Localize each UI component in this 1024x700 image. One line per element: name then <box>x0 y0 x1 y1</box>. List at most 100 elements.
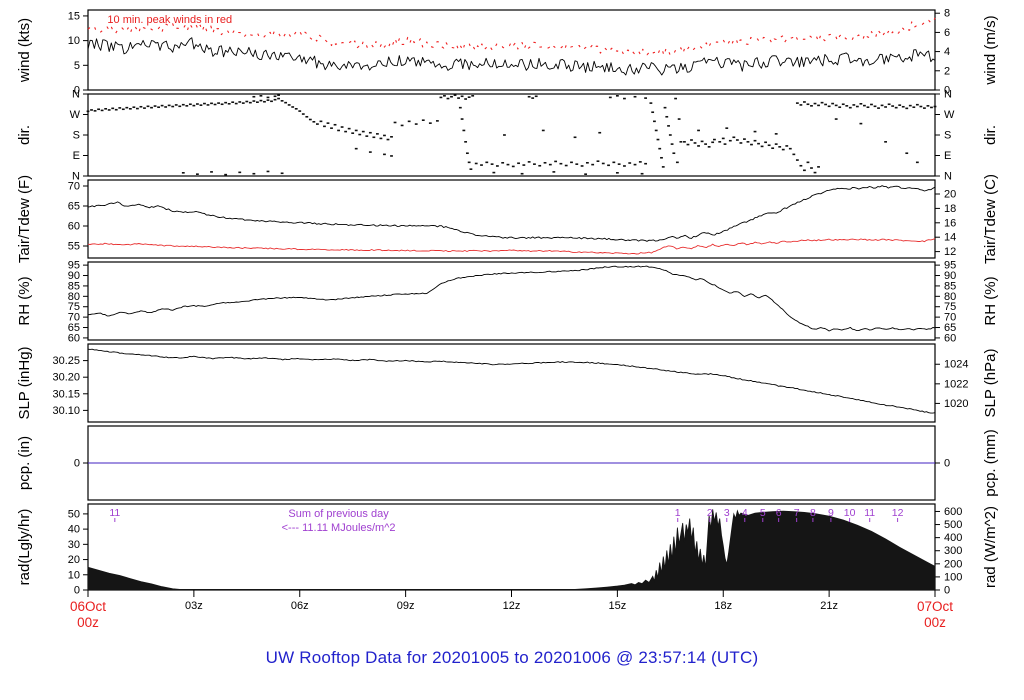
annotation: 10 min. peak winds in red <box>107 14 232 26</box>
ytick-label-left: 50 <box>68 508 80 520</box>
ytick-label-left: 80 <box>68 291 80 303</box>
marker-label: 6 <box>776 507 782 519</box>
ytick-label-left: 10 <box>68 35 80 47</box>
x-tick-label: 00z <box>77 615 99 630</box>
axis-label-left-temp: Tair/Tdew (F) <box>16 175 33 263</box>
x-tick-label: 03z <box>185 600 203 612</box>
ytick-label-right: 60 <box>944 332 956 344</box>
ytick-label-left: 0 <box>74 458 80 470</box>
x-tick-label: 15z <box>609 600 627 612</box>
ytick-label-left: 30.25 <box>52 355 80 367</box>
marker-label: 9 <box>828 507 834 519</box>
ytick-label-left: 15 <box>68 10 80 22</box>
ytick-label-left: 55 <box>68 241 80 253</box>
panel-slp: 30.1030.1530.2030.25102010221024SLP (inH… <box>16 344 999 422</box>
ytick-label-right: 14 <box>944 232 956 244</box>
ytick-label-right: S <box>944 130 951 142</box>
x-tick-label: 06z <box>291 600 309 612</box>
marker-label: 8 <box>810 507 816 519</box>
marker-label: 11 <box>109 507 120 519</box>
ytick-label-right: 100 <box>944 571 962 583</box>
axis-label-right-pcp: pcp. (mm) <box>982 429 999 497</box>
x-tick-label: 21z <box>820 600 838 612</box>
ytick-label-left: 85 <box>68 280 80 292</box>
panel-pcp: 0 0 pcp. (in) pcp. (mm) <box>16 426 999 500</box>
ytick-label-left: 5 <box>74 60 80 72</box>
axis-label-left-rad: rad(Lgly/hr) <box>16 509 33 586</box>
ytick-label-right: 18 <box>944 203 956 215</box>
marker-label: 10 <box>844 507 856 519</box>
ytick-label-right: 6 <box>944 27 950 39</box>
ytick-label-right: 85 <box>944 280 956 292</box>
ytick-label-right: 90 <box>944 270 956 282</box>
ytick-label-left: 70 <box>68 312 80 324</box>
ytick-label-left: 40 <box>68 524 80 536</box>
axis-label-right-wind: wind (m/s) <box>982 15 999 85</box>
series-wind-speed <box>88 38 935 75</box>
chart-title: UW Rooftop Data for 20201005 to 20201006… <box>0 648 1024 668</box>
ytick-label-right: 12 <box>944 246 956 258</box>
ytick-label-left: 20 <box>68 554 80 566</box>
ytick-label-right: 0 <box>944 458 950 470</box>
marker-label: 12 <box>892 507 904 519</box>
panel-box-rh <box>88 262 935 340</box>
series-tair <box>88 186 935 242</box>
ytick-label-right: 500 <box>944 519 962 531</box>
ytick-label-left: 75 <box>68 301 80 313</box>
axis-label-left-wind: wind (kts) <box>16 18 33 83</box>
x-tick-label: 07Oct <box>917 599 953 614</box>
ytick-label-right: 1022 <box>944 378 968 390</box>
axis-label-right-temp: Tair/Tdew (C) <box>982 174 999 264</box>
ytick-label-right: 400 <box>944 532 962 544</box>
series-solar-radiation <box>88 509 935 590</box>
axis-label-right-dir: dir. <box>982 125 999 145</box>
ytick-label-right: 2 <box>944 65 950 77</box>
ytick-label-left: E <box>73 150 80 162</box>
ytick-label-left: S <box>73 130 80 142</box>
series-sea-level-pressure <box>88 349 935 413</box>
ytick-label-left: 30 <box>68 539 80 551</box>
ytick-label-right: 200 <box>944 558 962 570</box>
ytick-label-right: 95 <box>944 260 956 272</box>
ytick-label-right: 75 <box>944 301 956 313</box>
ytick-label-right: 300 <box>944 545 962 557</box>
panel-rad: 010203040500100200300400500600rad(Lgly/h… <box>16 504 999 597</box>
ytick-label-left: 0 <box>74 585 80 597</box>
marker-label: 5 <box>760 507 766 519</box>
marker-label: 1 <box>675 507 681 519</box>
ytick-label-right: 16 <box>944 217 956 229</box>
axis-label-right-rad: rad (W/m^2) <box>982 506 999 588</box>
axis-label-left-pcp: pcp. (in) <box>16 436 33 490</box>
marker-label: 7 <box>794 507 800 519</box>
ytick-label-left: 90 <box>68 270 80 282</box>
marker-label: 3 <box>724 507 730 519</box>
marker-label: 2 <box>707 507 713 519</box>
x-tick-label: 12z <box>503 600 521 612</box>
panel-box-temp <box>88 180 935 258</box>
series-tdew <box>88 239 935 255</box>
ytick-label-left: N <box>72 89 80 101</box>
ytick-label-right: E <box>944 150 951 162</box>
ytick-label-right: 0 <box>944 585 950 597</box>
ytick-label-right: 20 <box>944 189 956 201</box>
ytick-label-left: 30.20 <box>52 372 80 384</box>
axis-label-right-rh: RH (%) <box>982 276 999 325</box>
axis-label-left-slp: SLP (inHg) <box>16 346 33 419</box>
plot-svg: 05101502468wind (kts)wind (m/s)10 min. p… <box>0 0 1024 700</box>
axis-label-right-slp: SLP (hPa) <box>982 349 999 418</box>
x-tick-label: 09z <box>397 600 415 612</box>
x-axis: 06Oct00z03z06z09z12z15z18z21z07Oct00z <box>70 590 953 630</box>
ytick-label-right: W <box>944 109 955 121</box>
ytick-label-left: 30.10 <box>52 405 80 417</box>
ytick-label-right: 8 <box>944 8 950 20</box>
axis-label-left-rh: RH (%) <box>16 276 33 325</box>
ytick-label-left: 65 <box>68 322 80 334</box>
panel-temp: 556065701214161820Tair/Tdew (F)Tair/Tdew… <box>16 174 999 264</box>
ytick-label-right: 4 <box>944 46 950 58</box>
panel-box-dir <box>88 94 935 176</box>
x-tick-label: 06Oct <box>70 599 106 614</box>
panel-dir: NESWNNESWNdir.dir. <box>16 89 999 183</box>
ytick-label-right: 600 <box>944 506 962 518</box>
ytick-label-left: 30.15 <box>52 388 80 400</box>
panel-rh: 60657075808590956065707580859095RH (%)RH… <box>16 260 999 345</box>
